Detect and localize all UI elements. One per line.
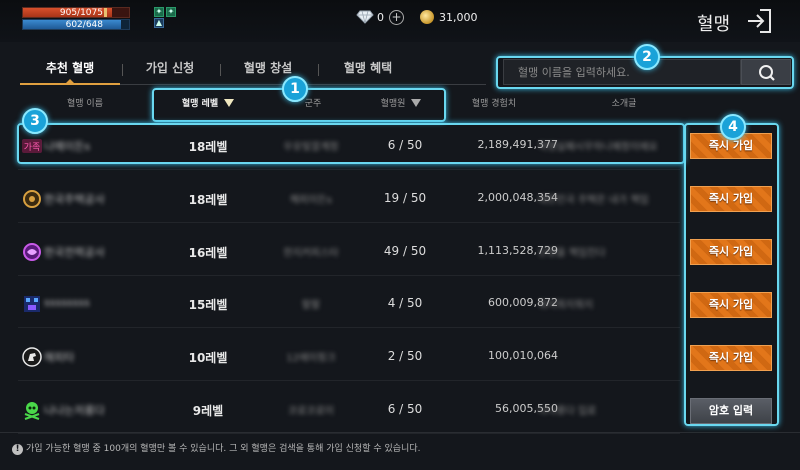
clan-intro: 나나롱다 입로 (538, 406, 597, 417)
clan-level: 15레벨 (188, 298, 228, 312)
clan-emblem-icon (22, 189, 42, 209)
callout-box-join (684, 123, 779, 426)
debuff-icon[interactable]: ▲ (154, 18, 164, 28)
callout-marker: 3 (22, 108, 48, 134)
clan-level: 9레벨 (192, 404, 224, 418)
clan-row[interactable]: 한국주택공사 18레벨 해피이든s 19 / 50 2,000,048,354 대한민국 … (18, 175, 680, 223)
page-title: 혈맹 (697, 14, 731, 35)
clan-emblem-icon (22, 347, 42, 367)
hp-text: 905/1075 (59, 8, 103, 18)
clan-name: 나나는저롱다 (44, 404, 105, 417)
clan-leader: 12에이핑크 (286, 353, 336, 364)
clan-level: 10레벨 (188, 351, 228, 365)
clan-row[interactable]: 한국전력공사 16레벨 한지커피스타 49 / 50 1,113,528,729 난방을 … (18, 228, 680, 276)
top-status-bar: 905/1075 602/648 ✦ ✦ ▲ 0 + 31,000 혈맹 (0, 0, 800, 42)
clan-level: 18레벨 (188, 193, 228, 207)
mp-bar: 602/648 (22, 19, 130, 30)
hp-bar: 905/1075 (22, 7, 130, 18)
clan-name: 한국주택공사 (44, 193, 105, 206)
add-currency-icon[interactable]: + (389, 10, 404, 25)
mp-text: 602/648 (65, 20, 103, 30)
footer-notice: ! 가입 가능한 혈맹 중 100개의 혈맹만 볼 수 있습니다. 그 외 혈맹은… (12, 441, 420, 455)
clan-row[interactable]: ssssssss 15레벨 랄랄 4 / 50 600,009,872 뭐지뭐지뭐지 (18, 280, 680, 328)
tab-join-request[interactable]: 가입 신청 (132, 55, 208, 85)
clan-name: ssssssss (44, 296, 90, 309)
clan-row[interactable]: 해피타 10레벨 12에이핑크 2 / 50 100,010,064 (18, 333, 680, 381)
clan-emblem-icon (22, 294, 42, 314)
clan-leader: 랄랄 (301, 300, 321, 311)
exit-icon[interactable] (746, 8, 772, 34)
clan-leader: 한지커피스타 (283, 248, 339, 259)
callout-box-row (17, 123, 685, 164)
header-clan-exp: 혈맹 경험치 (471, 99, 517, 109)
clan-intro: 뭐지뭐지뭐지 (538, 300, 594, 311)
footer-notice-text: 가입 가능한 혈맹 중 100개의 혈맹만 볼 수 있습니다. 그 외 혈맹은 … (26, 444, 421, 454)
diamond-count: 0 (377, 11, 384, 24)
tab-divider (220, 64, 221, 76)
header-intro: 소개글 (611, 99, 637, 109)
callout-marker: 2 (634, 44, 660, 70)
gold-coin-icon (420, 10, 434, 24)
clan-members: 49 / 50 (383, 244, 427, 258)
clan-members: 4 / 50 (387, 296, 423, 310)
footer-divider (0, 432, 800, 433)
gold-count: 31,000 (439, 11, 478, 24)
clan-exp: 100,010,064 (488, 349, 558, 362)
buff-icon[interactable]: ✦ (166, 7, 176, 17)
clan-intro: 난방을 책임진다 (538, 248, 606, 259)
clan-emblem-icon (22, 400, 42, 420)
callout-marker: 4 (720, 114, 746, 140)
clan-level: 16레벨 (188, 246, 228, 260)
clan-leader: 코로코로이 (288, 406, 334, 417)
tab-divider (318, 64, 319, 76)
clan-name: 해피타 (44, 351, 75, 364)
header-clan-name: 혈맹 이름 (67, 99, 103, 109)
clan-leader: 해피이든s (289, 195, 332, 206)
tab-clan-benefits[interactable]: 혈맹 혜택 (328, 55, 408, 85)
clan-members: 6 / 50 (387, 402, 423, 416)
tab-active-caret (65, 79, 75, 84)
tab-divider (122, 64, 123, 76)
clan-name: 한국전력공사 (44, 246, 105, 259)
clan-emblem-icon (22, 242, 42, 262)
hp-marker (104, 8, 107, 17)
clan-intro: 대한민국 주택은 내가 책임 (538, 195, 649, 206)
callout-marker: 1 (282, 76, 308, 102)
clan-members: 2 / 50 (387, 349, 423, 363)
clan-members: 19 / 50 (383, 191, 427, 205)
clan-row[interactable]: 나나는저롱다 9레벨 코로코로이 6 / 50 56,005,550 나나롱다 입로 (18, 386, 680, 434)
buff-icon[interactable]: ✦ (154, 7, 164, 17)
info-icon: ! (12, 444, 23, 455)
diamond-icon (356, 10, 374, 24)
